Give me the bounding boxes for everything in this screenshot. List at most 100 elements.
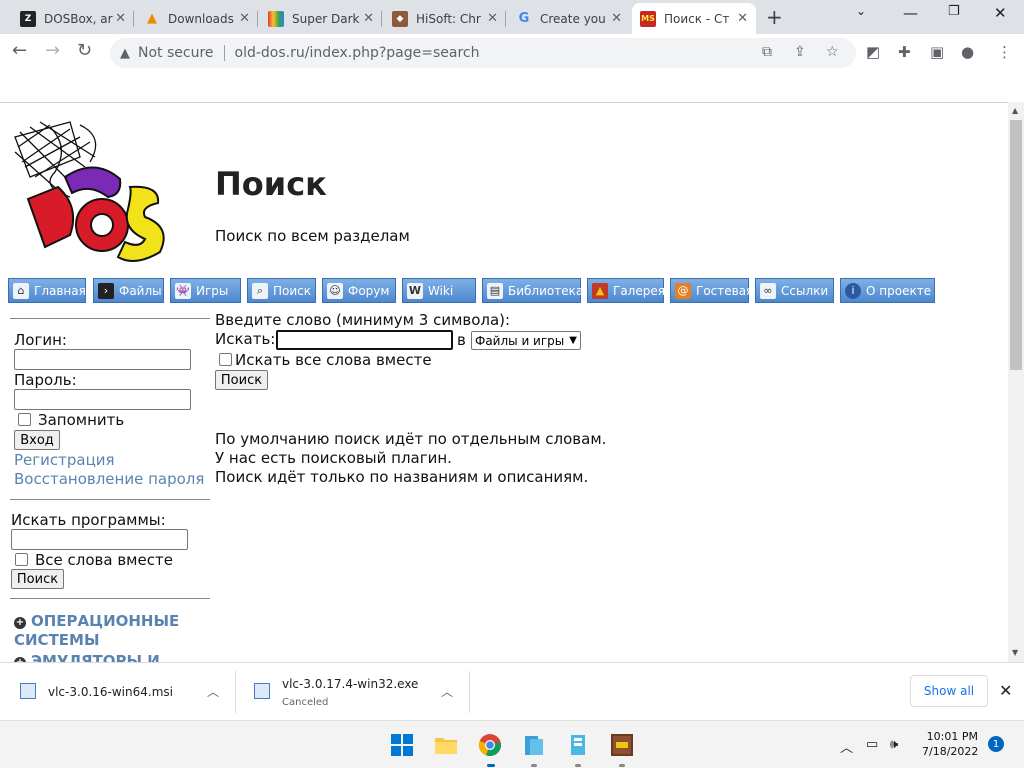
tab-downloads[interactable]: ▲ Downloads ✕ <box>136 3 258 34</box>
expand-plus-icon: + <box>14 617 26 629</box>
forward-icon[interactable]: → <box>45 40 60 61</box>
chevron-up-icon[interactable]: ︿ <box>207 683 219 700</box>
terminal-icon: › <box>98 282 114 299</box>
menu-kebab-icon[interactable]: ⋮ <box>997 43 1012 61</box>
download-item[interactable]: vlc-3.0.16-win64.msi ︿ <box>0 663 236 721</box>
chevron-up-icon[interactable]: ︿ <box>840 737 853 756</box>
side-all-words-label: Все слова вместе <box>35 551 173 569</box>
close-icon[interactable]: ✕ <box>487 11 498 26</box>
search-button[interactable]: Поиск <box>215 370 268 390</box>
notification-badge[interactable]: 1 <box>988 736 1004 752</box>
download-separator <box>469 671 470 713</box>
register-link[interactable]: Регистрация <box>14 451 115 469</box>
password-input[interactable] <box>14 389 191 410</box>
close-icon[interactable]: ✕ <box>737 11 748 26</box>
tab-separator <box>257 11 258 27</box>
side-all-words-checkbox[interactable] <box>15 553 28 566</box>
share-icon[interactable]: ⇪ <box>794 44 806 60</box>
search-input[interactable] <box>276 330 453 350</box>
address-divider <box>223 45 225 61</box>
page-scrollbar[interactable]: ▲ ▼ <box>1008 102 1024 662</box>
recover-password-link[interactable]: Восстановление пароля <box>14 470 204 488</box>
category-operating-systems[interactable]: + ОПЕРАЦИОННЫЕ СИСТЕМЫ <box>14 612 204 650</box>
tab-hisoft[interactable]: ◆ HiSoft: Chr ✕ <box>384 3 506 34</box>
app-archive-icon[interactable] <box>566 733 590 757</box>
nav-wiki[interactable]: W Wiki <box>402 278 476 303</box>
all-words-checkbox[interactable] <box>219 353 232 366</box>
tab-search-active[interactable]: MS Поиск - Ст ✕ <box>632 3 756 34</box>
minimize-icon[interactable]: — <box>903 4 918 22</box>
show-all-button[interactable]: Show all <box>910 675 988 707</box>
side-search-button[interactable]: Поиск <box>11 569 64 589</box>
nav-gallery[interactable]: ▲ Галерея <box>587 278 665 303</box>
url-text[interactable]: old-dos.ru/index.php?page=search <box>235 45 480 61</box>
nav-search[interactable]: ⌕ Поиск <box>247 278 316 303</box>
login-input[interactable] <box>14 349 191 370</box>
nav-games[interactable]: 👾 Игры <box>170 278 241 303</box>
close-icon[interactable]: ✕ <box>363 11 374 26</box>
nav-label: Гостевая <box>696 283 754 298</box>
program-search-input[interactable] <box>11 529 188 550</box>
nav-guestbook[interactable]: @ Гостевая <box>670 278 753 303</box>
nav-forum[interactable]: ☺ Форум <box>322 278 396 303</box>
app-stack-icon[interactable] <box>522 733 546 757</box>
search-prompt: Введите слово (минимум 3 символа): <box>215 311 511 329</box>
windows-start-icon[interactable] <box>390 733 414 757</box>
tab-super-dark[interactable]: Super Dark ✕ <box>260 3 382 34</box>
scrollbar-thumb[interactable] <box>1010 120 1022 370</box>
bookmark-star-icon[interactable]: ☆ <box>826 44 839 60</box>
extensions-puzzle-icon[interactable]: ✚ <box>898 43 911 61</box>
nav-label: Файлы <box>119 283 162 298</box>
chrome-icon[interactable] <box>478 733 502 757</box>
nav-label: Wiki <box>428 283 454 298</box>
nav-label: Игры <box>196 283 229 298</box>
login-button[interactable]: Вход <box>14 430 60 450</box>
download-status: Canceled <box>282 697 329 708</box>
close-download-bar-icon[interactable]: ✕ <box>999 681 1012 700</box>
file-explorer-icon[interactable] <box>434 733 458 757</box>
volume-icon[interactable]: 🕪 <box>890 737 898 752</box>
invader-icon: 👾 <box>175 282 191 299</box>
window-close-icon[interactable]: ✕ <box>994 4 1007 22</box>
profile-icon[interactable]: ● <box>961 43 974 61</box>
address-bar[interactable]: ▲ Not secure old-dos.ru/index.php?page=s… <box>110 38 856 68</box>
tab-create[interactable]: G Create you ✕ <box>508 3 630 34</box>
scroll-up-icon[interactable]: ▲ <box>1012 106 1018 115</box>
tab-search-chevron-icon[interactable]: ⌄ <box>856 4 866 18</box>
network-icon[interactable]: ▭ <box>866 737 878 752</box>
nav-label: Главная <box>34 283 86 298</box>
warning-icon[interactable]: ▲ <box>120 46 130 61</box>
google-favicon: G <box>518 11 530 26</box>
clock[interactable]: 10:01 PM 7/18/2022 <box>922 729 978 759</box>
nav-library[interactable]: ▤ Библиотека <box>482 278 583 303</box>
close-icon[interactable]: ✕ <box>115 11 126 26</box>
side-panel-icon[interactable]: ▣ <box>930 43 944 61</box>
close-icon[interactable]: ✕ <box>239 11 250 26</box>
reload-icon[interactable]: ↻ <box>77 40 92 61</box>
back-icon[interactable]: ← <box>12 40 27 61</box>
nav-home[interactable]: ⌂ Главная <box>8 278 86 303</box>
translate-icon[interactable]: ⧉ <box>762 44 772 60</box>
nav-files[interactable]: › Файлы <box>93 278 164 303</box>
security-label[interactable]: Not secure <box>138 45 214 61</box>
scope-select[interactable]: Файлы и игры ▼ <box>471 331 581 350</box>
restore-icon[interactable]: ❐ <box>948 4 960 19</box>
nav-links[interactable]: ∞ Ссылки <box>755 278 834 303</box>
remember-checkbox[interactable] <box>18 413 31 426</box>
dosbox-app-icon[interactable] <box>610 733 634 757</box>
new-tab-icon[interactable]: + <box>766 5 783 29</box>
active-app-indicator <box>487 764 495 767</box>
download-item[interactable]: vlc-3.0.17.4-win32.exe Canceled ︿ <box>236 663 470 721</box>
ms-dos-logo <box>14 121 165 262</box>
tab-dosbox[interactable]: Z DOSBox, ar ✕ <box>12 3 134 34</box>
close-icon[interactable]: ✕ <box>611 11 622 26</box>
hisoft-favicon: ◆ <box>392 10 408 27</box>
nav-label: Форум <box>348 283 390 298</box>
magnifier-icon: ⌕ <box>252 282 268 299</box>
chevron-up-icon[interactable]: ︿ <box>441 683 453 700</box>
scroll-down-icon[interactable]: ▼ <box>1012 648 1018 657</box>
nav-about[interactable]: i О проекте <box>840 278 935 303</box>
info-line: У нас есть поисковый плагин. <box>215 449 452 467</box>
extension-square-icon[interactable]: ◩ <box>866 43 880 61</box>
category-emulators[interactable]: +ЭМУЛЯТОРЫ И <box>14 652 160 662</box>
